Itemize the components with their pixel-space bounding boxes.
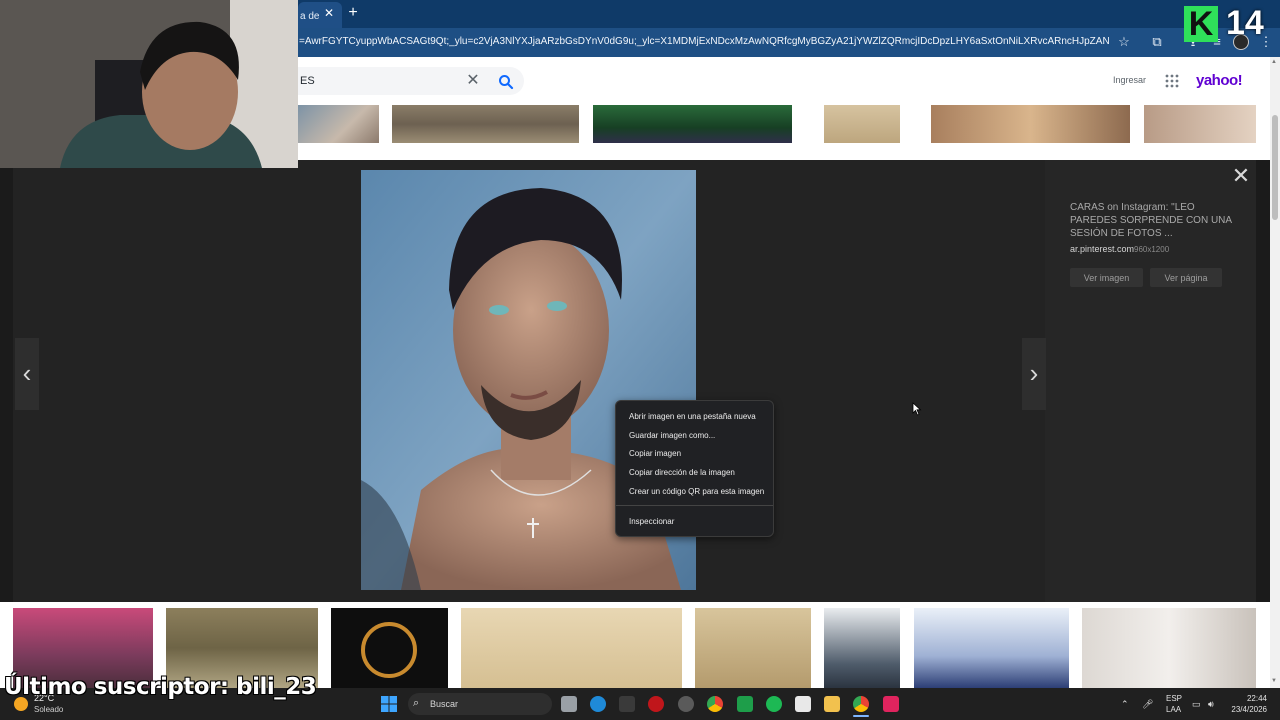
apps-grid-icon[interactable] — [1165, 74, 1179, 88]
thumbnail-image[interactable] — [593, 105, 792, 143]
taskbar-search-label: Buscar — [430, 699, 459, 709]
edge-icon[interactable] — [590, 696, 606, 712]
image-dimensions: 960x1200 — [1134, 245, 1170, 254]
close-icon[interactable]: ✕ — [465, 73, 481, 89]
red-app-icon[interactable] — [648, 696, 664, 712]
thumbnail-image[interactable] — [824, 105, 900, 143]
chrome-icon[interactable] — [707, 696, 723, 712]
view-image-button[interactable]: Ver imagen — [1070, 268, 1143, 287]
url-field[interactable]: =AwrFGYTCyuppWbACSAGt9Qt;_ylu=c2VjA3NlYX… — [299, 36, 1109, 50]
image-title[interactable]: CARAS on Instagram: "LEO PAREDES SORPREN… — [1070, 201, 1240, 240]
chevron-up-icon[interactable]: ⌃ — [1121, 699, 1129, 710]
selected-thumbnail-indicator — [298, 143, 379, 146]
folder-icon[interactable] — [824, 696, 840, 712]
chevron-left-icon[interactable]: ‹ — [15, 338, 39, 410]
volume-icon[interactable]: 🔊︎ — [1208, 699, 1214, 710]
gallery-image[interactable] — [331, 608, 448, 688]
tab-title: a de — [300, 11, 320, 22]
active-app-indicator — [853, 715, 869, 717]
gallery-image[interactable] — [461, 608, 682, 688]
last-subscriber-text: Último suscriptor: bili_23 — [4, 674, 317, 700]
image-source[interactable]: ar.pinterest.com — [1070, 244, 1134, 254]
logo-ring — [361, 622, 417, 678]
gallery-image[interactable] — [824, 608, 900, 688]
thumbnail-image[interactable] — [1144, 105, 1256, 143]
weather-description[interactable]: Soleado — [34, 705, 63, 714]
windows-start-icon[interactable] — [381, 696, 397, 712]
search-icon[interactable] — [497, 73, 515, 91]
channel-badge-number: 14 — [1226, 4, 1264, 42]
close-icon[interactable]: ✕ — [1231, 165, 1251, 187]
network-icon[interactable]: ▭ — [1192, 699, 1201, 710]
yahoo-logo[interactable]: yahoo! — [1196, 72, 1243, 89]
menu-item-copy-image[interactable]: Copiar imagen — [629, 449, 681, 458]
clock-date[interactable]: 23/4/2026 — [1226, 705, 1267, 714]
game-app-icon[interactable] — [619, 696, 635, 712]
chevron-right-icon[interactable]: › — [1022, 338, 1046, 410]
thumbnail-image[interactable] — [392, 105, 579, 143]
thumbnail-image[interactable] — [931, 105, 1130, 143]
capcut-icon[interactable] — [795, 696, 811, 712]
language-indicator[interactable]: ESP — [1166, 694, 1182, 703]
microphone-icon[interactable]: 🎤︎ — [1142, 699, 1153, 710]
channel-badge-letter: K — [1184, 6, 1218, 42]
menu-item-open-new-tab[interactable]: Abrir imagen en una pestaña nueva — [629, 412, 756, 421]
gallery-image[interactable] — [1082, 608, 1256, 688]
signin-link[interactable]: Ingresar — [1113, 75, 1146, 85]
scroll-up-icon[interactable]: ▲ — [1271, 59, 1277, 65]
keyboard-layout[interactable]: LAA — [1166, 705, 1181, 714]
thumbnail-image[interactable] — [298, 105, 379, 143]
search-input[interactable] — [298, 67, 524, 95]
task-view-icon[interactable] — [561, 696, 577, 712]
gallery-image[interactable] — [695, 608, 811, 688]
xbox-icon[interactable] — [737, 696, 753, 712]
context-menu: Abrir imagen en una pestaña nueva Guarda… — [615, 400, 774, 537]
menu-item-create-qr[interactable]: Crear un código QR para esta imagen — [629, 487, 764, 496]
gallery-image[interactable] — [914, 608, 1069, 688]
plus-icon[interactable]: + — [345, 4, 361, 22]
view-page-button[interactable]: Ver página — [1150, 268, 1222, 287]
app-icon[interactable] — [678, 696, 694, 712]
chrome-icon[interactable] — [853, 696, 869, 712]
menu-separator — [616, 505, 773, 506]
extensions-icon[interactable]: ⧉ — [1147, 32, 1167, 52]
star-icon[interactable]: ☆ — [1114, 32, 1134, 52]
tiktok-icon[interactable] — [883, 696, 899, 712]
close-icon[interactable]: ✕ — [322, 4, 336, 22]
mouse-cursor-icon — [912, 402, 922, 416]
spotify-icon[interactable] — [766, 696, 782, 712]
search-icon: ⌕ — [413, 697, 420, 709]
menu-item-copy-image-address[interactable]: Copiar dirección de la imagen — [629, 468, 735, 477]
clock-time[interactable]: 22:44 — [1231, 694, 1267, 703]
webcam-overlay — [0, 0, 298, 168]
menu-item-save-image[interactable]: Guardar imagen como... — [629, 431, 715, 440]
scroll-down-icon[interactable]: ▼ — [1271, 678, 1277, 684]
menu-item-inspect[interactable]: Inspeccionar — [629, 517, 674, 526]
scrollbar-thumb[interactable] — [1272, 115, 1278, 220]
